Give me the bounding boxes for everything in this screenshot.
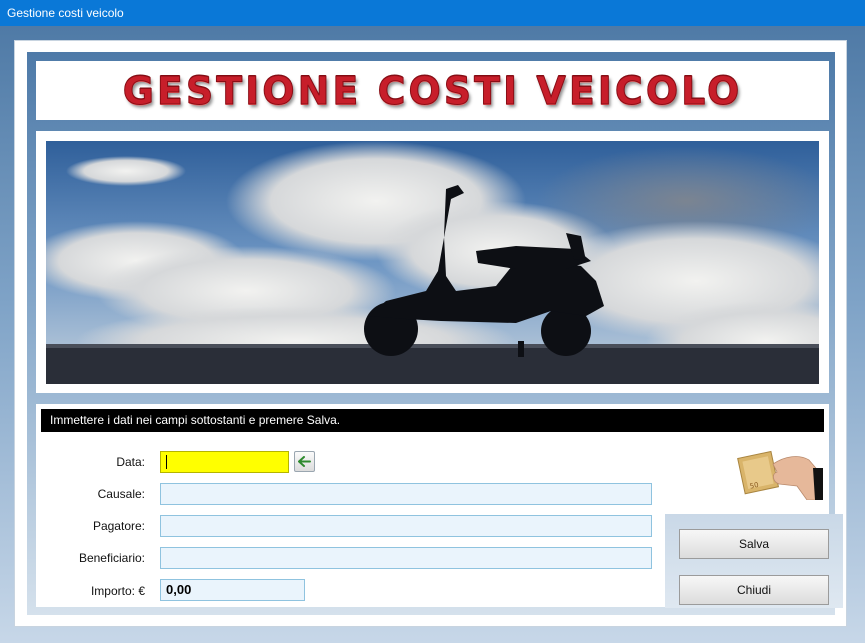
- causale-label: Causale:: [97, 487, 145, 501]
- pagatore-label: Pagatore:: [92, 519, 145, 533]
- close-button[interactable]: Chiudi: [679, 575, 829, 605]
- banner-title: GESTIONE COSTI VEICOLO: [122, 68, 743, 113]
- save-button[interactable]: Salva: [679, 529, 829, 559]
- app-banner: GESTIONE COSTI VEICOLO: [36, 61, 829, 120]
- window-titlebar: Gestione costi veicolo: [0, 0, 865, 26]
- pagatore-field[interactable]: [160, 515, 652, 537]
- euro-banknote-hand-icon: 50: [737, 444, 823, 501]
- text-caret: [166, 454, 167, 469]
- date-picker-button[interactable]: [294, 451, 315, 472]
- scooter-photo: [46, 141, 819, 384]
- beneficiario-label: Beneficiario:: [78, 551, 145, 565]
- window-title: Gestione costi veicolo: [7, 6, 124, 20]
- data-label: Data:: [116, 455, 145, 469]
- photo-frame: [36, 131, 829, 393]
- date-field[interactable]: [160, 451, 289, 473]
- instruction-bar: Immettere i dati nei campi sottostanti e…: [41, 409, 824, 432]
- importo-label: Importo: €: [90, 584, 145, 598]
- instruction-text: Immettere i dati nei campi sottostanti e…: [50, 413, 341, 427]
- causale-field[interactable]: [160, 483, 652, 505]
- beneficiario-field[interactable]: [160, 547, 652, 569]
- importo-field[interactable]: 0,00: [160, 579, 305, 601]
- arrow-left-icon: [298, 456, 311, 467]
